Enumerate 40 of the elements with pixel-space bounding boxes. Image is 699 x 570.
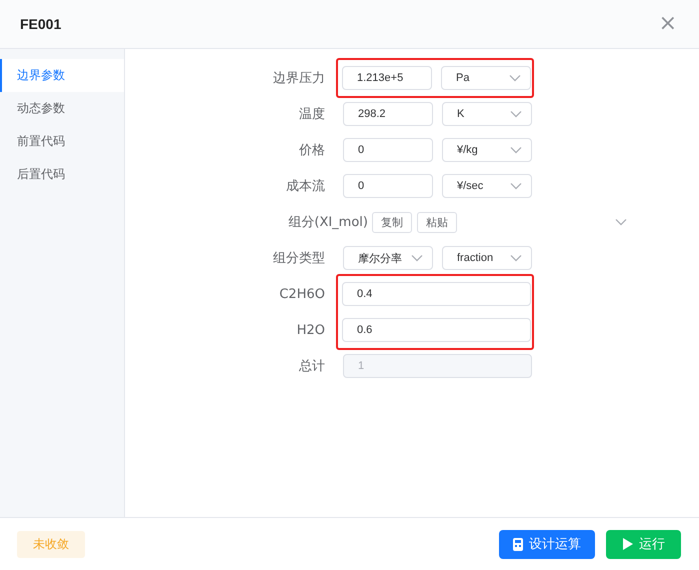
calculator-icon [513, 538, 523, 550]
field-label: 总计 [298, 358, 325, 375]
small-button[interactable]: 粘贴 [417, 212, 457, 232]
chevron-icon [510, 146, 522, 154]
input-field[interactable]: 1.213e+5 [342, 66, 432, 90]
select-field[interactable]: fraction [442, 246, 532, 270]
select-field[interactable]: Pa [441, 66, 531, 90]
small-button[interactable]: 复制 [372, 212, 412, 232]
select-field[interactable]: 摩尔分率 [343, 246, 433, 270]
input-field[interactable]: 0.6 [342, 318, 531, 342]
field-label: 边界压力 [272, 70, 325, 87]
field-label: 价格 [298, 142, 325, 159]
field-label: 组分类型 [272, 250, 325, 267]
chevron-icon [509, 74, 521, 82]
chevron-icon [411, 254, 423, 262]
input-field[interactable]: 0 [343, 174, 433, 198]
input-field[interactable]: 0 [343, 138, 433, 162]
chevron-icon[interactable] [615, 218, 627, 226]
select-field[interactable]: ¥/kg [442, 138, 532, 162]
input-field[interactable]: 0.4 [342, 282, 531, 306]
field-label: H2O [296, 322, 325, 338]
input-field[interactable]: 298.2 [343, 102, 433, 126]
sidebar-item[interactable]: 边界参数 [0, 59, 124, 92]
chevron-icon [510, 254, 522, 262]
play-icon [622, 538, 633, 550]
chevron-icon [510, 182, 522, 190]
field-label: 组分(XI_mol) [287, 214, 368, 231]
window-title: FE001 [20, 16, 62, 32]
status-badge: 未收敛 [17, 530, 85, 558]
field-label: 成本流 [285, 178, 325, 195]
sidebar-item[interactable]: 前置代码 [0, 125, 124, 158]
select-field[interactable]: ¥/sec [442, 174, 532, 198]
field-label: C2H6O [278, 286, 325, 302]
readonly-field: 1 [343, 354, 532, 378]
select-field[interactable]: K [442, 102, 532, 126]
sidebar-item[interactable]: 动态参数 [0, 92, 124, 125]
design-button[interactable]: 设计运算 [499, 530, 595, 558]
chevron-icon [510, 110, 522, 118]
sidebar-item[interactable]: 后置代码 [0, 158, 124, 191]
field-label: 温度 [298, 106, 325, 123]
